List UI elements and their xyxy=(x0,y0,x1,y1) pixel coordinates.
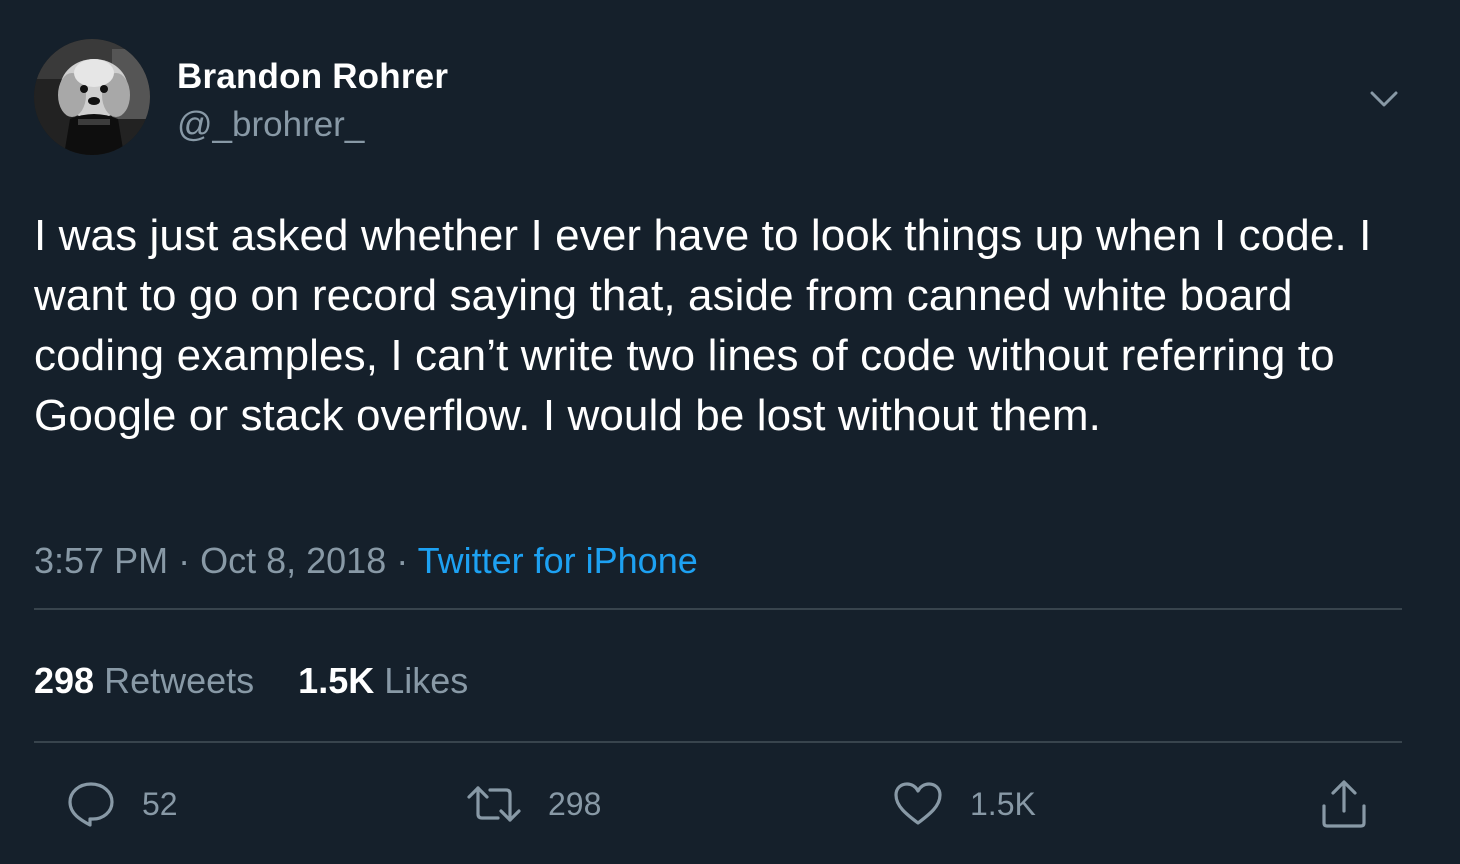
meta-separator: · xyxy=(178,540,191,581)
retweets-stat[interactable]: 298 Retweets xyxy=(34,660,254,701)
meta-separator: · xyxy=(396,540,409,581)
divider xyxy=(34,608,1402,610)
share-button[interactable] xyxy=(1318,778,1370,830)
like-button[interactable]: 1.5K xyxy=(892,778,1036,830)
divider xyxy=(34,741,1402,743)
author-handle[interactable]: @_brohrer_ xyxy=(177,105,364,145)
author-name[interactable]: Brandon Rohrer xyxy=(177,57,448,97)
likes-stat-label: Likes xyxy=(384,660,469,701)
retweet-count: 298 xyxy=(548,785,602,822)
tweet-date[interactable]: Oct 8, 2018 xyxy=(200,540,386,581)
retweet-icon xyxy=(467,786,521,822)
tweet-card: Brandon Rohrer @_brohrer_ I was just ask… xyxy=(0,0,1460,864)
heart-icon xyxy=(894,782,942,825)
share-icon xyxy=(1322,780,1366,828)
reply-icon xyxy=(68,782,114,827)
tweet-meta: 3:57 PM · Oct 8, 2018 · Twitter for iPho… xyxy=(34,540,698,582)
more-options-button[interactable] xyxy=(1364,84,1404,116)
chevron-down-icon xyxy=(1370,91,1398,107)
tweet-source-link[interactable]: Twitter for iPhone xyxy=(418,540,698,581)
reply-count: 52 xyxy=(142,785,178,822)
tweet-text: I was just asked whether I ever have to … xyxy=(34,211,1372,440)
like-count: 1.5K xyxy=(970,785,1036,822)
retweets-stat-label: Retweets xyxy=(104,660,255,701)
dog-avatar-icon xyxy=(34,39,150,155)
likes-stat[interactable]: 1.5K Likes xyxy=(298,660,468,701)
retweet-button[interactable]: 298 xyxy=(466,778,601,830)
tweet-time[interactable]: 3:57 PM xyxy=(34,540,168,581)
reply-button[interactable]: 52 xyxy=(66,778,178,830)
avatar[interactable] xyxy=(34,39,150,155)
likes-stat-count: 1.5K xyxy=(298,660,375,701)
retweets-stat-count: 298 xyxy=(34,660,95,701)
engagement-stats: 298 Retweets 1.5K Likes xyxy=(34,660,468,702)
